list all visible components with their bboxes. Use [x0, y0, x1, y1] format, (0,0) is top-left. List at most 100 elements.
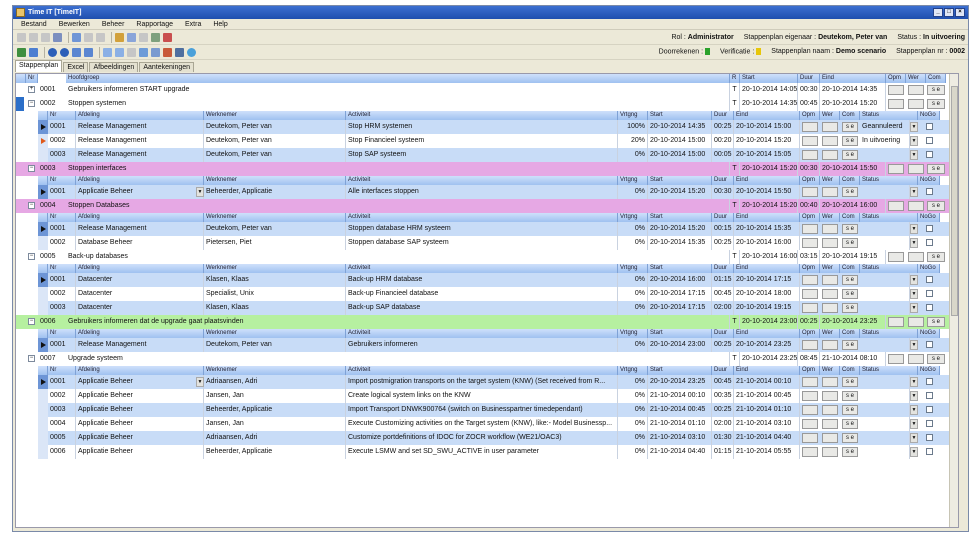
activity-opm-button[interactable]: [802, 238, 818, 248]
indent-icon[interactable]: [103, 47, 112, 57]
status-dropdown[interactable]: ▼: [910, 303, 918, 313]
activity-com-button[interactable]: s e: [842, 377, 858, 387]
row-selector[interactable]: [38, 338, 48, 352]
verification-flag-icon[interactable]: [756, 48, 762, 56]
activity-wer-button[interactable]: [822, 447, 838, 457]
row-selector[interactable]: [38, 120, 48, 134]
nogo-checkbox[interactable]: [926, 123, 933, 130]
nogo-checkbox[interactable]: [926, 151, 933, 158]
nogo-checkbox[interactable]: [926, 448, 933, 455]
group-com-button[interactable]: s e: [927, 85, 945, 95]
activity-com-button[interactable]: s e: [842, 303, 858, 313]
activity-opm-button[interactable]: [802, 447, 818, 457]
forward-icon[interactable]: [60, 47, 69, 57]
activity-com-button[interactable]: s e: [842, 405, 858, 415]
activity-com-button[interactable]: s e: [842, 150, 858, 160]
activity-wer-button[interactable]: [822, 275, 838, 285]
sync-icon[interactable]: [29, 47, 38, 57]
group-com-button[interactable]: s e: [927, 354, 945, 364]
activity-wer-button[interactable]: [822, 303, 838, 313]
collapse-icon[interactable]: −: [28, 318, 35, 325]
paste-icon[interactable]: [96, 32, 105, 42]
row-selector[interactable]: [38, 273, 48, 287]
group-wer-button[interactable]: [908, 99, 924, 109]
report-icon[interactable]: [151, 47, 160, 57]
status-dropdown[interactable]: ▼: [910, 433, 918, 443]
expand-icon[interactable]: +: [28, 86, 35, 93]
status-dropdown[interactable]: ▼: [910, 377, 918, 387]
activity-wer-button[interactable]: [822, 433, 838, 443]
activity-wer-button[interactable]: [822, 122, 838, 132]
tools-icon[interactable]: [151, 32, 160, 42]
collapse-icon[interactable]: −: [28, 100, 35, 107]
row-selector[interactable]: [38, 417, 48, 431]
activity-opm-button[interactable]: [802, 150, 818, 160]
activity-opm-button[interactable]: [802, 391, 818, 401]
activity-opm-button[interactable]: [802, 405, 818, 415]
activity-com-button[interactable]: s e: [842, 289, 858, 299]
status-dropdown[interactable]: ▼: [910, 187, 918, 197]
recalc-flag-icon[interactable]: [705, 48, 711, 56]
activity-com-button[interactable]: s e: [842, 275, 858, 285]
row-selector[interactable]: [38, 375, 48, 389]
activity-opm-button[interactable]: [802, 122, 818, 132]
menu-help[interactable]: Help: [213, 21, 227, 28]
group-wer-button[interactable]: [908, 85, 924, 95]
collapse-icon[interactable]: −: [28, 202, 35, 209]
status-dropdown[interactable]: ▼: [910, 136, 918, 146]
group-opm-button[interactable]: [888, 354, 904, 364]
nogo-checkbox[interactable]: [926, 239, 933, 246]
activity-com-button[interactable]: s e: [842, 340, 858, 350]
activity-opm-button[interactable]: [802, 340, 818, 350]
row-selector[interactable]: [38, 185, 48, 199]
activity-com-button[interactable]: s e: [842, 187, 858, 197]
group-com-button[interactable]: s e: [927, 99, 945, 109]
row-selector[interactable]: [38, 445, 48, 459]
status-dropdown[interactable]: ▼: [910, 122, 918, 132]
row-selector[interactable]: [38, 134, 48, 148]
menu-bewerken[interactable]: Bewerken: [59, 21, 90, 28]
cut-icon[interactable]: [72, 32, 81, 42]
status-dropdown[interactable]: ▼: [910, 391, 918, 401]
group-wer-button[interactable]: [908, 201, 924, 211]
activity-com-button[interactable]: s e: [842, 447, 858, 457]
group-wer-button[interactable]: [908, 317, 924, 327]
menu-rapportage[interactable]: Rapportage: [136, 21, 173, 28]
nogo-checkbox[interactable]: [926, 378, 933, 385]
activity-com-button[interactable]: s e: [842, 238, 858, 248]
group-com-button[interactable]: s e: [927, 317, 945, 327]
activity-com-button[interactable]: s e: [842, 224, 858, 234]
new-icon[interactable]: [17, 32, 26, 42]
tab-excel[interactable]: Excel: [63, 62, 89, 72]
activity-com-button[interactable]: s e: [842, 433, 858, 443]
tab-stappenplan[interactable]: Stappenplan: [15, 60, 63, 72]
status-dropdown[interactable]: ▼: [910, 447, 918, 457]
outdent-icon[interactable]: [115, 47, 124, 57]
row-selector[interactable]: [38, 148, 48, 162]
menu-extra[interactable]: Extra: [185, 21, 201, 28]
activity-wer-button[interactable]: [822, 340, 838, 350]
chart-icon[interactable]: [127, 32, 136, 42]
activity-opm-button[interactable]: [802, 275, 818, 285]
nogo-checkbox[interactable]: [926, 290, 933, 297]
maximize-button[interactable]: □: [944, 8, 954, 17]
row-selector[interactable]: [38, 222, 48, 236]
activity-com-button[interactable]: s e: [842, 419, 858, 429]
back-icon[interactable]: [48, 47, 57, 57]
minimize-button[interactable]: _: [933, 8, 943, 17]
activity-opm-button[interactable]: [802, 187, 818, 197]
afdeling-dropdown[interactable]: ▼: [196, 187, 204, 197]
activity-wer-button[interactable]: [822, 405, 838, 415]
status-dropdown[interactable]: ▼: [910, 340, 918, 350]
group-wer-button[interactable]: [908, 164, 924, 174]
refresh-icon[interactable]: [17, 47, 26, 57]
save-icon[interactable]: [41, 32, 50, 42]
afdeling-dropdown[interactable]: ▼: [196, 377, 204, 387]
activity-opm-button[interactable]: [802, 136, 818, 146]
group-opm-button[interactable]: [888, 252, 904, 262]
activity-com-button[interactable]: s e: [842, 391, 858, 401]
nogo-checkbox[interactable]: [926, 304, 933, 311]
activity-opm-button[interactable]: [802, 224, 818, 234]
move-down-icon[interactable]: [72, 47, 81, 57]
activity-wer-button[interactable]: [822, 224, 838, 234]
